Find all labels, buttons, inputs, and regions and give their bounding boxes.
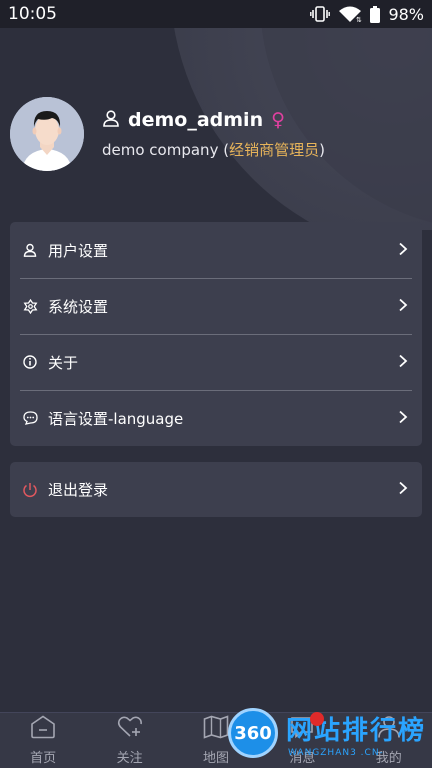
svg-text:⇅: ⇅ bbox=[356, 16, 362, 23]
power-icon bbox=[22, 482, 38, 498]
nav-label: 地图 bbox=[202, 751, 229, 766]
chat-bubble-icon bbox=[22, 410, 38, 426]
menu-label: 系统设置 bbox=[48, 297, 109, 316]
settings-flower-icon bbox=[22, 298, 38, 314]
settings-menu: 用户设置 系统设置 关于 语言设置-language bbox=[10, 222, 422, 446]
nav-label: 消息 bbox=[289, 751, 316, 766]
vibrate-icon bbox=[310, 6, 331, 22]
profile-header[interactable]: demo_admin ♀ demo company (经销商管理员) bbox=[10, 97, 325, 171]
bottom-navigation: 首页 关注 地图 消息 我的 bbox=[0, 712, 432, 768]
nav-map[interactable]: 地图 bbox=[173, 715, 259, 766]
chevron-right-icon bbox=[396, 409, 410, 428]
info-icon bbox=[22, 354, 38, 370]
wifi-icon: ⇅ bbox=[338, 5, 362, 23]
company-line: demo company (经销商管理员) bbox=[102, 139, 325, 160]
profile-icon bbox=[376, 715, 402, 743]
chevron-right-icon bbox=[396, 480, 410, 499]
avatar[interactable] bbox=[10, 97, 84, 171]
menu-label: 用户设置 bbox=[48, 241, 109, 260]
nav-label: 关注 bbox=[116, 751, 143, 766]
nav-mine[interactable]: 我的 bbox=[346, 715, 432, 766]
company-name: demo company ( bbox=[102, 140, 230, 159]
menu-label: 语言设置-language bbox=[48, 409, 184, 428]
chevron-right-icon bbox=[396, 353, 410, 372]
menu-item-about[interactable]: 关于 bbox=[10, 334, 422, 390]
nav-home[interactable]: 首页 bbox=[0, 715, 86, 766]
message-icon bbox=[289, 715, 315, 743]
user-icon bbox=[22, 242, 38, 258]
nav-follow[interactable]: 关注 bbox=[87, 715, 173, 766]
battery-icon bbox=[370, 5, 381, 23]
company-close: ) bbox=[319, 140, 325, 159]
status-icons: ⇅ 98% bbox=[310, 5, 424, 24]
female-gender-icon: ♀ bbox=[271, 108, 286, 131]
logout-label: 退出登录 bbox=[48, 481, 109, 499]
menu-item-language[interactable]: 语言设置-language bbox=[10, 390, 422, 446]
user-role: 经销商管理员 bbox=[229, 140, 320, 159]
nav-label: 我的 bbox=[375, 751, 402, 766]
profile-info: demo_admin ♀ demo company (经销商管理员) bbox=[102, 109, 325, 160]
menu-label: 关于 bbox=[48, 353, 79, 372]
logout-button[interactable]: 退出登录 bbox=[10, 462, 422, 517]
status-bar: 10:05 ⇅ 98% bbox=[0, 0, 432, 28]
heart-plus-icon bbox=[117, 715, 143, 743]
chevron-right-icon bbox=[396, 241, 410, 260]
menu-item-user-settings[interactable]: 用户设置 bbox=[10, 222, 422, 278]
menu-item-system-settings[interactable]: 系统设置 bbox=[10, 278, 422, 334]
map-icon bbox=[203, 715, 229, 743]
chevron-right-icon bbox=[396, 297, 410, 316]
nav-messages[interactable]: 消息 bbox=[259, 715, 345, 766]
nav-label: 首页 bbox=[30, 751, 57, 766]
user-icon bbox=[102, 109, 120, 131]
home-icon bbox=[30, 715, 56, 743]
status-time: 10:05 bbox=[8, 4, 57, 24]
username: demo_admin bbox=[128, 108, 264, 131]
battery-level: 98% bbox=[388, 4, 424, 24]
logout-card: 退出登录 bbox=[10, 462, 422, 517]
